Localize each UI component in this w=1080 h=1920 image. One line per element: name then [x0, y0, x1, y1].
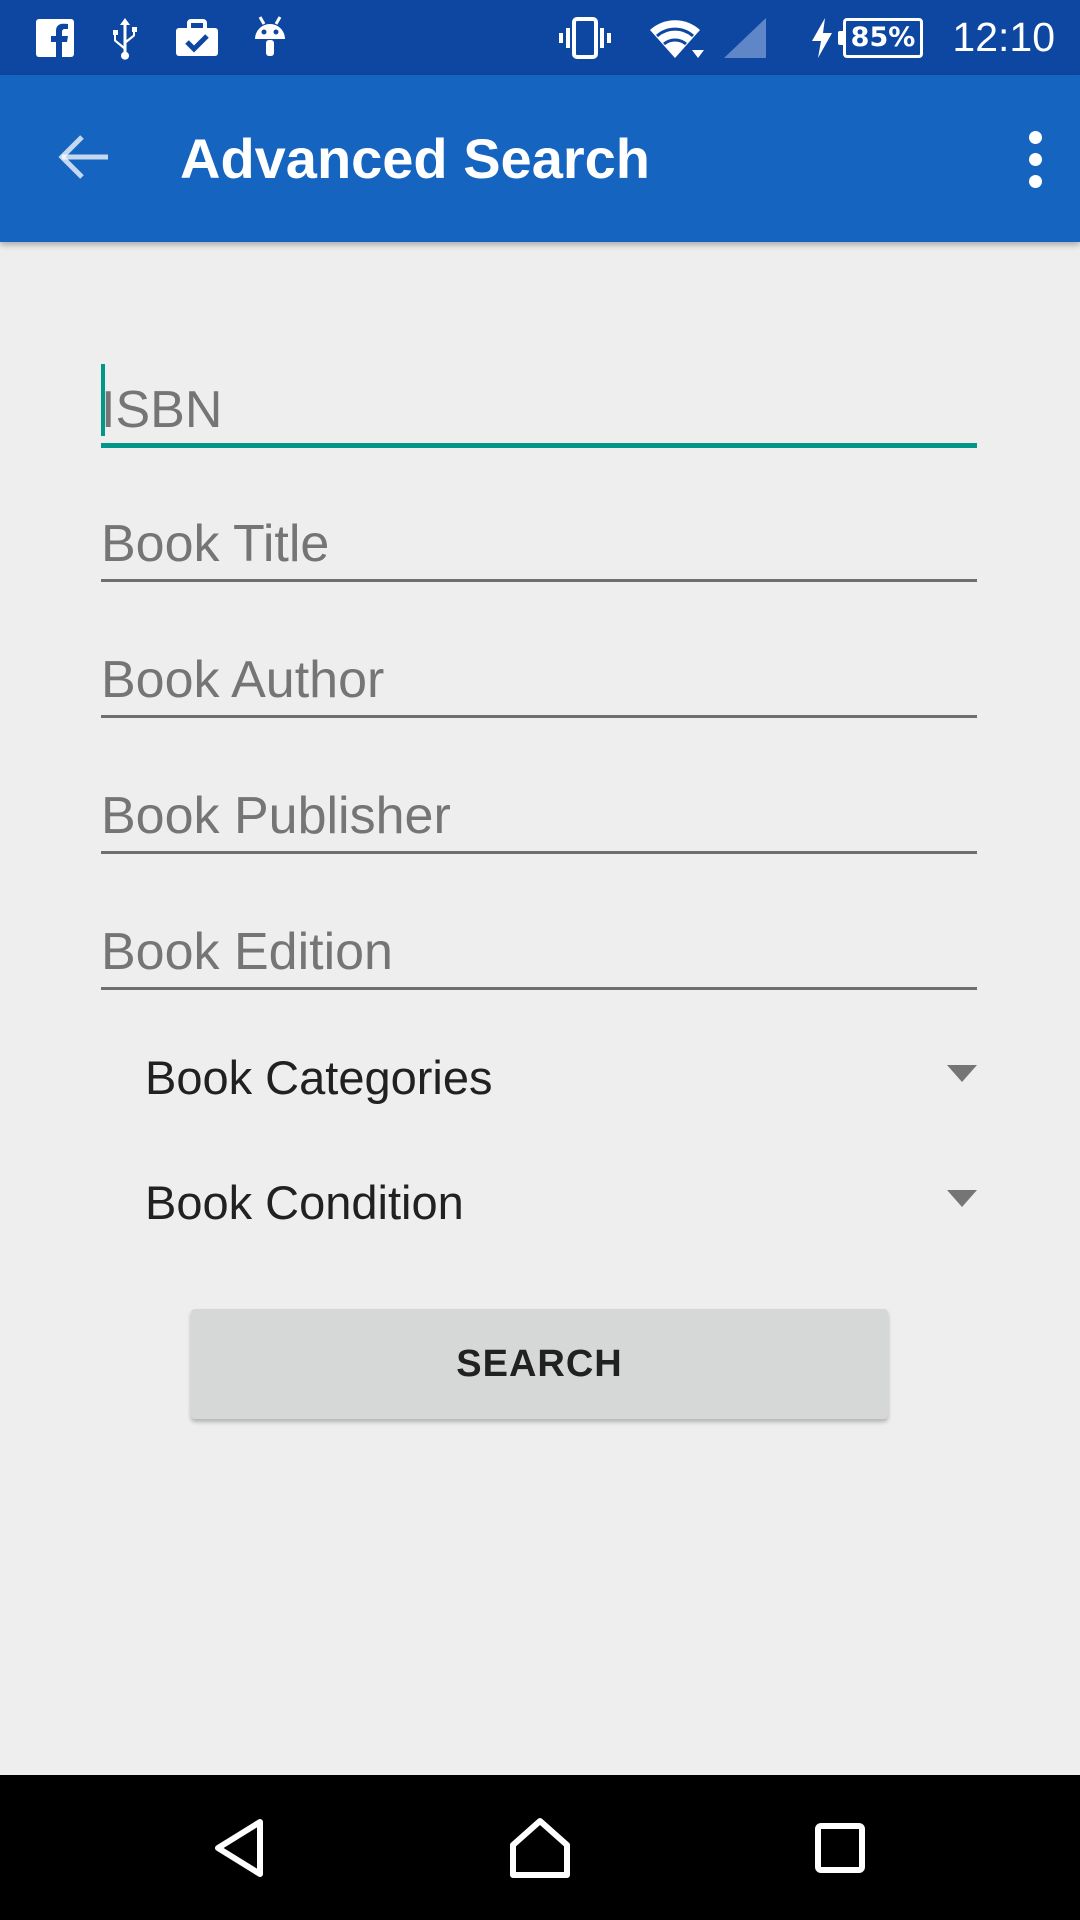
- book-author-input[interactable]: [101, 650, 977, 710]
- nav-recents-icon: [814, 1822, 866, 1878]
- book-categories-label: Book Categories: [145, 1050, 493, 1104]
- battery-icon: 85%: [838, 0, 926, 75]
- signal-icon: [720, 0, 770, 75]
- search-button[interactable]: SEARCH: [191, 1309, 888, 1419]
- overflow-menu-button[interactable]: [1000, 113, 1070, 205]
- nav-back-button[interactable]: [195, 1805, 285, 1895]
- page-title: Advanced Search: [180, 127, 650, 190]
- book-publisher-input[interactable]: [101, 786, 977, 846]
- book-title-underline: [101, 579, 977, 582]
- more-vert-icon: [1028, 130, 1042, 144]
- nav-home-button[interactable]: [495, 1805, 585, 1895]
- dropdown-arrow-icon: [947, 1065, 977, 1082]
- app-bar: Advanced Search: [0, 75, 1080, 242]
- nav-back-icon: [210, 1817, 270, 1883]
- isbn-input[interactable]: [101, 380, 977, 440]
- book-author-field-container: [101, 618, 977, 718]
- wifi-icon: [645, 0, 710, 75]
- clipboard-check-icon: [172, 0, 222, 75]
- back-button[interactable]: [38, 113, 130, 205]
- isbn-underline: [101, 443, 977, 448]
- book-condition-label: Book Condition: [145, 1175, 464, 1229]
- book-categories-spinner[interactable]: Book Categories: [101, 1027, 977, 1127]
- book-condition-spinner[interactable]: Book Condition: [101, 1152, 977, 1252]
- navigation-bar: [0, 1775, 1080, 1920]
- isbn-field-container: [101, 348, 977, 448]
- dropdown-arrow-icon: [947, 1190, 977, 1207]
- book-publisher-underline: [101, 851, 977, 854]
- vibrate-icon: [555, 0, 615, 75]
- book-edition-input[interactable]: [101, 922, 977, 982]
- nav-recents-button[interactable]: [795, 1805, 885, 1895]
- text-cursor: [101, 364, 105, 436]
- charging-icon: [808, 0, 836, 75]
- book-title-field-container: [101, 482, 977, 582]
- book-title-input[interactable]: [101, 514, 977, 574]
- book-author-underline: [101, 715, 977, 718]
- book-edition-field-container: [101, 890, 977, 990]
- usb-icon: [100, 0, 150, 75]
- facebook-icon: [30, 0, 80, 75]
- clock: 12:10: [952, 14, 1055, 60]
- status-bar: 85% 12:10: [0, 0, 1080, 75]
- battery-level: 85%: [838, 17, 923, 58]
- book-edition-underline: [101, 987, 977, 990]
- arrow-back-icon: [58, 133, 110, 185]
- book-publisher-field-container: [101, 754, 977, 854]
- nav-home-icon: [507, 1817, 573, 1883]
- android-icon: [245, 0, 295, 75]
